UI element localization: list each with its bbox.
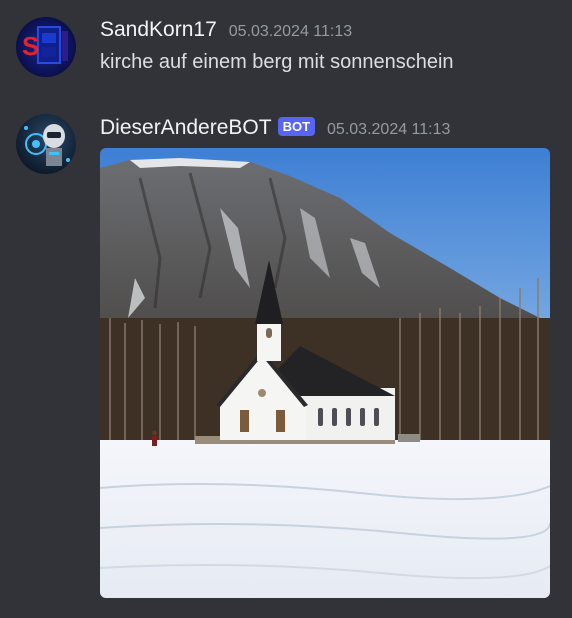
chat-area: S SandKorn17 05.03.2024 11:13 kirche auf… [0, 0, 572, 618]
bot-badge: BOT [277, 117, 316, 136]
svg-text:S: S [22, 31, 39, 61]
message-text: kirche auf einem berg mit sonnenschein [100, 51, 454, 73]
username[interactable]: DieserAndereBOT [100, 116, 272, 140]
timestamp: 05.03.2024 11:13 [327, 121, 451, 138]
user-avatar[interactable]: S [16, 17, 76, 77]
timestamp: 05.03.2024 11:13 [228, 23, 353, 40]
username[interactable]: SandKorn17 [100, 18, 217, 42]
bot-avatar[interactable] [16, 114, 76, 174]
message-header: SandKorn17 05.03.2024 11:13 [100, 18, 352, 42]
image-attachment[interactable] [100, 148, 550, 598]
church-image [100, 148, 550, 598]
message-header: DieserAndereBOT BOT 05.03.2024 11:13 [100, 116, 450, 140]
message-1: S SandKorn17 05.03.2024 11:13 kirche auf… [0, 0, 572, 100]
